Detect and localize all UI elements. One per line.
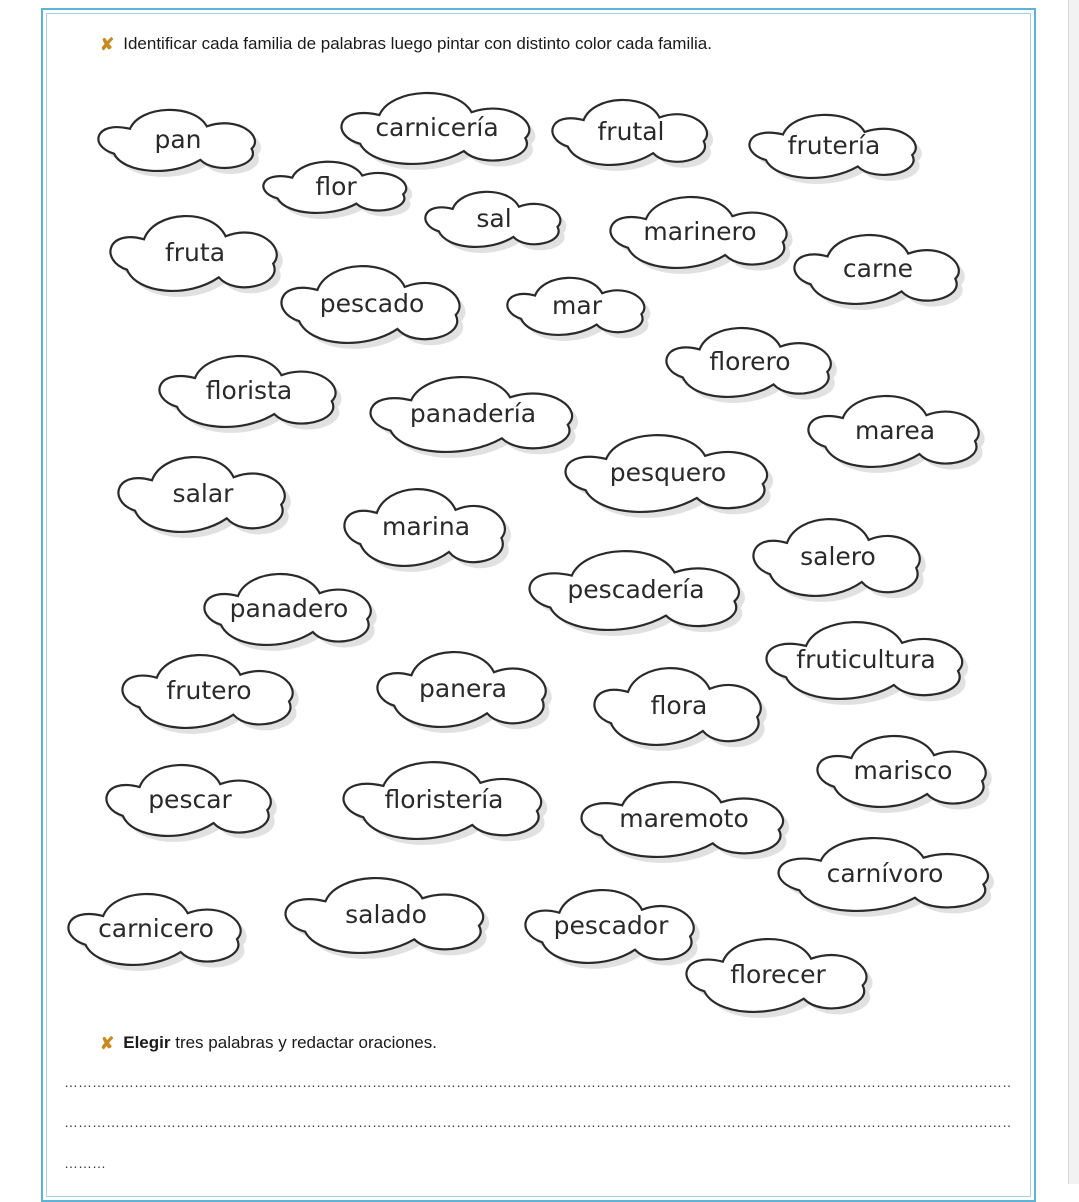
word-cloud[interactable]: panera [376, 651, 552, 733]
cloud-word-10: mar [552, 291, 603, 320]
word-cloud[interactable]: frutero [121, 653, 299, 734]
word-cloud[interactable]: mar [506, 276, 651, 341]
cloud-word-2: frutal [598, 117, 665, 146]
cloud-word-21: fruticultura [796, 645, 935, 674]
word-cloud[interactable]: maremoto [580, 781, 790, 863]
cloud-word-19: pescadería [567, 575, 704, 604]
cloud-word-14: marea [855, 416, 935, 445]
cloud-word-31: salado [345, 900, 427, 929]
cloud-word-25: marisco [854, 756, 953, 785]
instruction-write-sentences: ✘ Elegir tres palabras y redactar oracio… [100, 1033, 437, 1053]
cloud-word-17: marina [382, 512, 470, 541]
instruction-rest: tres palabras y redactar oraciones. [170, 1033, 437, 1052]
word-cloud[interactable]: fruta [109, 215, 283, 297]
cloud-word-27: floristería [384, 785, 503, 814]
cloud-word-23: panera [419, 674, 507, 703]
word-cloud[interactable]: pescadería [528, 550, 745, 636]
word-cloud[interactable]: frutería [748, 113, 922, 184]
instruction-text: Elegir tres palabras y redactar oracione… [123, 1033, 437, 1053]
answer-line-1[interactable]: …………………………………………………………………………………………………………… [64, 1074, 1012, 1090]
word-cloud[interactable]: carnívoro [777, 837, 994, 917]
cross-bullet-icon: ✘ [100, 1033, 115, 1053]
cloud-word-22: frutero [166, 676, 251, 705]
cloud-word-32: pescador [554, 911, 670, 940]
cloud-word-12: florista [206, 376, 292, 405]
word-cloud[interactable]: pan [97, 108, 261, 177]
word-cloud[interactable]: pesquero [564, 434, 774, 518]
word-cloud[interactable]: frutal [551, 98, 714, 171]
answer-line-3[interactable]: ……… [64, 1155, 144, 1171]
word-cloud[interactable]: sal [424, 190, 567, 253]
word-cloud[interactable]: marea [807, 394, 985, 473]
word-cloud[interactable]: florista [158, 354, 342, 433]
answer-line-2[interactable]: …………………………………………………………………………………………………………… [64, 1114, 1012, 1130]
word-cloud[interactable]: fruticultura [765, 621, 969, 705]
word-cloud[interactable]: pescado [280, 265, 466, 349]
cloud-word-26: pescar [148, 785, 232, 814]
word-cloud[interactable]: salar [117, 456, 291, 538]
cloud-word-16: salar [173, 479, 235, 508]
word-cloud[interactable]: carne [793, 233, 965, 310]
word-cloud[interactable]: pescar [105, 763, 277, 842]
word-cloud[interactable]: panadero [203, 572, 377, 651]
cloud-word-4: flor [315, 172, 357, 201]
word-cloud[interactable]: marisco [816, 734, 992, 813]
word-cloud[interactable]: florecer [685, 938, 873, 1018]
cloud-word-8: carne [843, 254, 913, 283]
cloud-word-30: carnicero [98, 914, 214, 943]
cloud-word-5: sal [476, 204, 511, 233]
cloud-word-20: panadero [230, 594, 349, 623]
cloud-word-24: flora [651, 691, 708, 720]
cloud-word-0: pan [154, 125, 201, 154]
cloud-word-13: panadería [410, 399, 536, 428]
cloud-word-28: maremoto [619, 804, 749, 833]
cloud-word-6: marinero [643, 217, 756, 246]
word-cloud[interactable]: carnicero [67, 892, 247, 971]
cloud-word-3: frutería [788, 131, 881, 160]
cloud-word-33: florecer [730, 960, 826, 989]
word-cloud[interactable]: salado [284, 877, 490, 959]
word-cloud[interactable]: panadería [369, 376, 579, 458]
instruction-bold-word: Elegir [123, 1033, 171, 1052]
word-cloud[interactable]: flor [262, 160, 413, 219]
cloud-word-11: florero [709, 347, 790, 376]
word-cloud[interactable]: marinero [609, 195, 793, 274]
cloud-word-18: salero [800, 542, 876, 571]
cloud-word-15: pesquero [610, 458, 726, 487]
cloud-word-7: fruta [165, 238, 225, 267]
cloud-word-29: carnívoro [827, 859, 944, 888]
word-cloud[interactable]: pescador [524, 888, 700, 969]
word-cloud[interactable]: floristería [342, 761, 548, 845]
word-cloud[interactable]: florero [665, 326, 837, 403]
word-cloud[interactable]: salero [752, 518, 926, 602]
cloud-word-9: pescado [320, 289, 425, 318]
word-cloud[interactable]: marina [343, 488, 511, 572]
cloud-word-1: carnicería [375, 113, 498, 142]
word-cloud[interactable]: flora [593, 667, 767, 751]
word-cloud[interactable]: carnicería [340, 91, 536, 170]
word-clouds: pan carnicería frutal frutería flor sal marine… [67, 91, 994, 1018]
